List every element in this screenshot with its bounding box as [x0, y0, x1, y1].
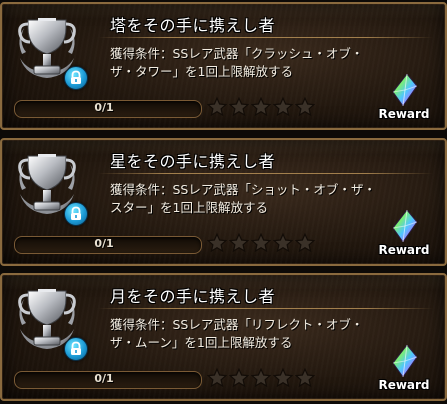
lock-icon [64, 202, 88, 226]
reward-label: Reward [378, 378, 430, 392]
progress-count: 0/1 [94, 237, 114, 250]
trophy-card[interactable]: 月をその手に携えし者 獲得条件：SSレア武器「リフレクト・オブ・ザ・ムーン」を1… [0, 273, 447, 401]
star-icon [251, 97, 271, 117]
reward-button[interactable]: Reward [373, 345, 435, 395]
rainbow-crystal-icon [393, 345, 417, 377]
star-rating [207, 368, 315, 388]
trophy-title: 塔をその手に携えし者 [110, 16, 276, 35]
title-divider [98, 308, 433, 309]
star-icon [273, 233, 293, 253]
reward-button[interactable]: Reward [373, 210, 435, 260]
trophy-list: 塔をその手に携えし者 獲得条件：SSレア武器「クラッシュ・オブ・ザ・タワー」を1… [0, 0, 447, 404]
rainbow-crystal-icon [393, 74, 417, 106]
star-icon [295, 233, 315, 253]
rainbow-crystal-icon [393, 210, 417, 242]
star-rating [207, 97, 315, 117]
progress-count: 0/1 [94, 101, 114, 114]
trophy-condition: 獲得条件：SSレア武器「リフレクト・オブ・ザ・ムーン」を1回上限解放する [110, 317, 364, 350]
trophy-condition: 獲得条件：SSレア武器「ショット・オブ・ザ・スター」を1回上限解放する [110, 182, 376, 215]
reward-label: Reward [378, 243, 430, 257]
trophy-condition: 獲得条件：SSレア武器「クラッシュ・オブ・ザ・タワー」を1回上限解放する [110, 46, 364, 79]
star-icon [229, 97, 249, 117]
lock-icon [64, 337, 88, 361]
trophy-title: 星をその手に携えし者 [110, 152, 276, 171]
star-icon [251, 368, 271, 388]
star-icon [207, 233, 227, 253]
star-icon [295, 368, 315, 388]
star-icon [295, 97, 315, 117]
star-icon [251, 233, 271, 253]
star-icon [207, 368, 227, 388]
star-icon [229, 233, 249, 253]
star-icon [273, 368, 293, 388]
lock-icon [64, 66, 88, 90]
star-icon [207, 97, 227, 117]
star-rating [207, 233, 315, 253]
reward-label: Reward [378, 107, 430, 121]
trophy-card[interactable]: 塔をその手に携えし者 獲得条件：SSレア武器「クラッシュ・オブ・ザ・タワー」を1… [0, 2, 447, 130]
reward-button[interactable]: Reward [373, 74, 435, 124]
trophy-title: 月をその手に携えし者 [110, 287, 276, 306]
star-icon [229, 368, 249, 388]
title-divider [98, 173, 433, 174]
trophy-card[interactable]: 星をその手に携えし者 獲得条件：SSレア武器「ショット・オブ・ザ・スター」を1回… [0, 138, 447, 266]
progress-count: 0/1 [94, 372, 114, 385]
title-divider [98, 37, 433, 38]
star-icon [273, 97, 293, 117]
